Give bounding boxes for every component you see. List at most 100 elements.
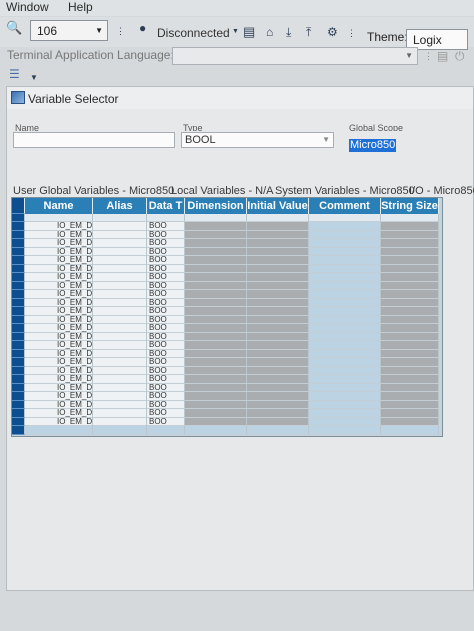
cell-initial-value[interactable] bbox=[247, 264, 309, 273]
cell-dimension[interactable] bbox=[185, 239, 247, 248]
cell-data-type[interactable]: BOO bbox=[147, 247, 185, 256]
cell-string-size[interactable] bbox=[381, 324, 439, 333]
row-selector[interactable] bbox=[12, 366, 25, 375]
cell-alias[interactable] bbox=[93, 222, 147, 231]
list-icon[interactable]: ☰ bbox=[9, 67, 20, 81]
cell-initial-value[interactable] bbox=[247, 341, 309, 350]
cell-name[interactable] bbox=[25, 426, 93, 435]
cell-comment[interactable] bbox=[309, 281, 381, 290]
cell-string-size[interactable] bbox=[381, 281, 439, 290]
cell-dimension[interactable] bbox=[185, 273, 247, 282]
cell-dimension[interactable] bbox=[185, 417, 247, 426]
cell-data-type[interactable]: BOO bbox=[147, 366, 185, 375]
cell-data-type[interactable]: BOO bbox=[147, 264, 185, 273]
cell-alias[interactable] bbox=[93, 383, 147, 392]
row-selector[interactable] bbox=[12, 290, 25, 299]
cell-dimension[interactable] bbox=[185, 426, 247, 435]
cell-data-type[interactable]: BOO bbox=[147, 239, 185, 248]
cell-comment[interactable] bbox=[309, 222, 381, 231]
cell-alias[interactable] bbox=[93, 426, 147, 435]
column-header-data-type[interactable]: Data T bbox=[147, 198, 185, 214]
cell-comment[interactable] bbox=[309, 230, 381, 239]
connection-status[interactable]: Disconnected bbox=[157, 26, 230, 40]
row-selector[interactable] bbox=[12, 341, 25, 350]
cell-name[interactable]: IO_EM_D bbox=[25, 392, 93, 401]
cell-initial-value[interactable] bbox=[247, 366, 309, 375]
cell-comment[interactable] bbox=[309, 426, 381, 435]
chevron-down-icon[interactable]: ▼ bbox=[232, 28, 239, 35]
cell-alias[interactable] bbox=[93, 273, 147, 282]
cell-data-type[interactable]: BOO bbox=[147, 392, 185, 401]
cell-string-size[interactable] bbox=[381, 358, 439, 367]
row-selector[interactable] bbox=[12, 332, 25, 341]
cell-string-size[interactable] bbox=[381, 426, 439, 435]
cell-name[interactable]: IO_EM_D bbox=[25, 341, 93, 350]
row-selector[interactable] bbox=[12, 375, 25, 384]
cell-string-size[interactable] bbox=[381, 417, 439, 426]
cell-dimension[interactable] bbox=[185, 307, 247, 316]
cell-initial-value[interactable] bbox=[247, 298, 309, 307]
settings-icon[interactable]: ⚙ bbox=[327, 25, 338, 39]
cell-alias[interactable] bbox=[93, 315, 147, 324]
cell-initial-value[interactable] bbox=[247, 324, 309, 333]
row-selector[interactable] bbox=[12, 417, 25, 426]
cell-initial-value[interactable] bbox=[247, 358, 309, 367]
search-icon[interactable]: 🔍 bbox=[6, 20, 22, 36]
cell-data-type[interactable]: BOO bbox=[147, 383, 185, 392]
cell-data-type[interactable]: BOO bbox=[147, 273, 185, 282]
column-header-string-size[interactable]: String Size bbox=[381, 198, 439, 214]
cell-name[interactable]: IO_EM_D bbox=[25, 264, 93, 273]
cell-data-type[interactable]: BOO bbox=[147, 349, 185, 358]
table-row[interactable]: IO_EM_D BOO bbox=[12, 400, 439, 409]
cell-comment[interactable] bbox=[309, 307, 381, 316]
row-selector[interactable] bbox=[12, 256, 25, 265]
row-selector[interactable] bbox=[12, 358, 25, 367]
cell-string-size[interactable] bbox=[381, 273, 439, 282]
export-icon[interactable]: ▤ bbox=[243, 24, 255, 40]
cell-string-size[interactable] bbox=[381, 239, 439, 248]
cell-comment[interactable] bbox=[309, 239, 381, 248]
cell-alias[interactable] bbox=[93, 230, 147, 239]
cell-name[interactable]: IO_EM_D bbox=[25, 366, 93, 375]
cell-comment[interactable] bbox=[309, 417, 381, 426]
row-selector[interactable] bbox=[12, 239, 25, 248]
cell-initial-value[interactable] bbox=[247, 230, 309, 239]
cell-alias[interactable] bbox=[93, 307, 147, 316]
table-row[interactable]: IO_EM_D BOO bbox=[12, 281, 439, 290]
cell-initial-value[interactable] bbox=[247, 247, 309, 256]
cell-data-type[interactable]: BOO bbox=[147, 375, 185, 384]
cell-string-size[interactable] bbox=[381, 392, 439, 401]
cell-alias[interactable] bbox=[93, 341, 147, 350]
cell-name[interactable]: IO_EM_D bbox=[25, 222, 93, 231]
cell-data-type[interactable]: BOO bbox=[147, 358, 185, 367]
cell-name[interactable]: IO_EM_D bbox=[25, 349, 93, 358]
cell-data-type[interactable]: BOO bbox=[147, 290, 185, 299]
cell-initial-value[interactable] bbox=[247, 222, 309, 231]
cell-string-size[interactable] bbox=[381, 222, 439, 231]
cell-initial-value[interactable] bbox=[247, 375, 309, 384]
terminal-language-combo[interactable]: ▼ bbox=[172, 47, 418, 65]
cell-data-type[interactable]: BOO bbox=[147, 341, 185, 350]
filter-alias[interactable] bbox=[93, 214, 147, 222]
filter-comment[interactable] bbox=[309, 214, 381, 222]
cell-comment[interactable] bbox=[309, 324, 381, 333]
row-selector[interactable] bbox=[12, 383, 25, 392]
header-row-selector[interactable] bbox=[12, 198, 25, 214]
filter-initial-value[interactable] bbox=[247, 214, 309, 222]
table-row[interactable]: IO_EM_D BOO bbox=[12, 417, 439, 426]
cell-comment[interactable] bbox=[309, 290, 381, 299]
cell-string-size[interactable] bbox=[381, 383, 439, 392]
cell-initial-value[interactable] bbox=[247, 290, 309, 299]
cell-string-size[interactable] bbox=[381, 332, 439, 341]
cell-alias[interactable] bbox=[93, 392, 147, 401]
tab-user-global-variables[interactable]: User Global Variables - Micro850 bbox=[13, 185, 174, 197]
cell-name[interactable]: IO_EM_D bbox=[25, 239, 93, 248]
cell-dimension[interactable] bbox=[185, 298, 247, 307]
cell-dimension[interactable] bbox=[185, 315, 247, 324]
cell-comment[interactable] bbox=[309, 366, 381, 375]
cell-alias[interactable] bbox=[93, 239, 147, 248]
cell-dimension[interactable] bbox=[185, 332, 247, 341]
cell-string-size[interactable] bbox=[381, 290, 439, 299]
home-icon[interactable]: ⌂ bbox=[266, 25, 273, 39]
table-row[interactable]: IO_EM_D BOO bbox=[12, 307, 439, 316]
